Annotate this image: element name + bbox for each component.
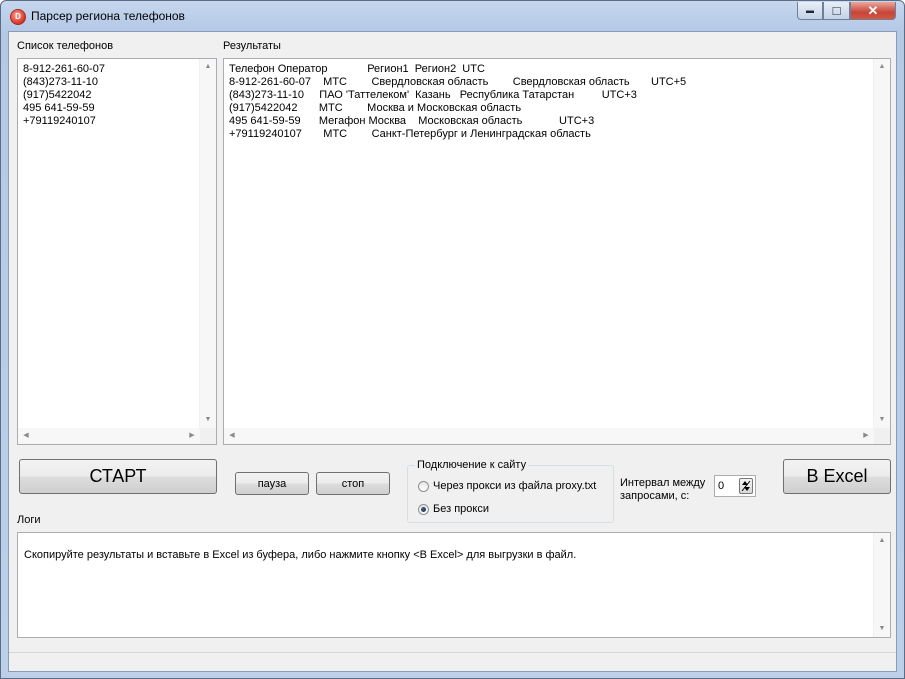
scroll-down-icon[interactable]: ▼ [874, 412, 890, 428]
logs-textarea[interactable]: Скопируйте результаты и вставьте в Excel… [17, 532, 891, 638]
radio-proxy[interactable] [418, 481, 429, 492]
interval-label-line1: Интервал между [620, 477, 706, 489]
client-area: Список телефонов 8-912-261-60-07 (843)27… [8, 31, 897, 672]
radio-noproxy-label[interactable]: Без прокси [433, 503, 489, 515]
logs-text: Скопируйте результаты и вставьте в Excel… [24, 549, 577, 561]
stop-button[interactable]: стоп [316, 472, 390, 495]
phones-horizontal-scrollbar[interactable]: ◀ ▶ [18, 428, 200, 444]
scroll-down-icon[interactable]: ▼ [200, 412, 216, 428]
phones-label: Список телефонов [17, 40, 114, 52]
interval-label: Интервал между запросами, с: [620, 477, 705, 503]
radio-proxy-label[interactable]: Через прокси из файла proxy.txt [433, 480, 596, 492]
main-window: D Парсер региона телефонов ▬ □ ✕ Список … [0, 0, 905, 679]
scroll-up-icon[interactable]: ▲ [874, 533, 890, 549]
close-button[interactable]: ✕ [850, 2, 896, 20]
close-icon: ✕ [867, 2, 879, 18]
phones-textarea[interactable]: 8-912-261-60-07 (843)273-11-10 (917)5422… [17, 58, 217, 445]
phones-vertical-scrollbar[interactable]: ▲ ▼ [199, 59, 216, 428]
scroll-up-icon[interactable]: ▲ [874, 59, 890, 75]
logs-label: Логи [17, 514, 41, 526]
minimize-icon: ▬ [806, 6, 814, 15]
scroll-down-icon[interactable]: ▼ [874, 621, 890, 637]
interval-spinner[interactable]: 0 [714, 475, 756, 497]
scroll-corner [874, 428, 890, 444]
excel-button[interactable]: В Excel [783, 459, 891, 494]
window-title: Парсер региона телефонов [31, 9, 185, 23]
app-icon: D [10, 9, 26, 25]
logs-vertical-scrollbar[interactable]: ▲ ▼ [873, 533, 890, 637]
scroll-left-icon[interactable]: ◀ [224, 428, 240, 444]
scroll-right-icon[interactable]: ▶ [858, 428, 874, 444]
connection-title: Подключение к сайту [415, 459, 529, 471]
results-horizontal-scrollbar[interactable]: ◀ ▶ [224, 428, 874, 444]
maximize-icon: □ [832, 3, 841, 18]
excel-button-label: В Excel [806, 466, 868, 486]
start-button-label: СТАРТ [89, 466, 147, 486]
interval-label-line2: запросами, с: [620, 490, 690, 502]
scroll-up-icon[interactable]: ▲ [200, 59, 216, 75]
results-text: Телефон Оператор Регион1 Регион2 UTC 8-9… [229, 63, 687, 140]
minimize-button[interactable]: ▬ [797, 2, 823, 20]
pause-button-label: пауза [257, 477, 287, 490]
results-vertical-scrollbar[interactable]: ▲ ▼ [873, 59, 890, 428]
interval-value: 0 [718, 480, 725, 492]
results-label: Результаты [223, 40, 281, 52]
stop-button-label: стоп [341, 477, 365, 490]
phones-text: 8-912-261-60-07 (843)273-11-10 (917)5422… [23, 63, 105, 127]
status-bar [9, 652, 896, 671]
scroll-right-icon[interactable]: ▶ [184, 428, 200, 444]
spinner-arrows-icon[interactable] [739, 478, 753, 494]
scroll-corner [200, 428, 216, 444]
title-bar[interactable]: D Парсер региона телефонов ▬ □ ✕ [1, 1, 904, 31]
start-button[interactable]: СТАРТ [19, 459, 217, 494]
scroll-left-icon[interactable]: ◀ [18, 428, 34, 444]
results-textarea[interactable]: Телефон Оператор Регион1 Регион2 UTC 8-9… [223, 58, 891, 445]
maximize-button[interactable]: □ [823, 2, 850, 20]
pause-button[interactable]: пауза [235, 472, 309, 495]
radio-noproxy[interactable] [418, 504, 429, 515]
